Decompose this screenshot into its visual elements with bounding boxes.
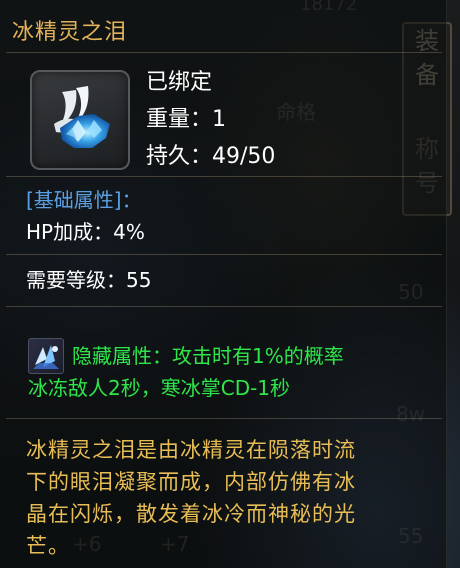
hidden-attribute-icon-frame bbox=[28, 338, 64, 374]
item-name: 冰精灵之泪 bbox=[12, 20, 128, 45]
item-tooltip: 冰精灵之泪 已绑定 重量：1 持久：49/50 [基础属性]： HP加成：4% … bbox=[0, 0, 447, 568]
hp-bonus: HP加成：4% bbox=[26, 220, 145, 244]
base-attribute-header: [基础属性]： bbox=[26, 188, 142, 212]
item-description-line: 晶在闪烁，散发着冰冷而神秘的光 bbox=[26, 502, 356, 526]
ice-shard-icon bbox=[33, 345, 59, 369]
divider bbox=[6, 176, 442, 177]
item-description-line: 下的眼泪凝聚而成，内部仿佛有冰 bbox=[26, 470, 356, 494]
item-icon-frame[interactable] bbox=[30, 70, 130, 170]
item-durability: 持久：49/50 bbox=[146, 144, 276, 169]
divider bbox=[6, 418, 442, 419]
hidden-attribute-line: 冰冻敌人2秒，寒冰掌CD-1秒 bbox=[28, 376, 291, 400]
divider bbox=[6, 254, 442, 255]
divider bbox=[6, 306, 442, 307]
divider bbox=[6, 52, 442, 53]
ice-crystal-tear-icon bbox=[54, 86, 110, 148]
item-description-line: 芒。 bbox=[26, 534, 70, 558]
item-weight: 重量：1 bbox=[146, 107, 226, 132]
required-level: 需要等级：55 bbox=[26, 268, 152, 292]
item-description-line: 冰精灵之泪是由冰精灵在陨落时流 bbox=[26, 438, 356, 462]
hidden-attribute-line: 隐藏属性：攻击时有1%的概率 bbox=[72, 344, 344, 368]
bound-status: 已绑定 bbox=[146, 70, 213, 95]
